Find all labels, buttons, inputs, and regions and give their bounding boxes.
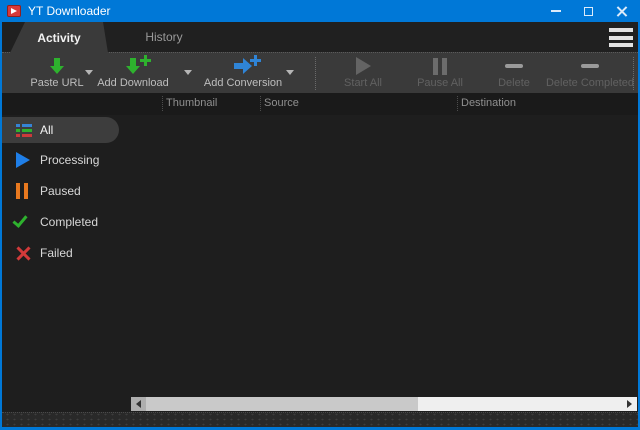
scroll-left-button[interactable] [131, 397, 146, 411]
tab-history[interactable]: History [108, 22, 220, 52]
pause-all-button[interactable]: Pause All [405, 55, 475, 92]
chevron-down-icon [184, 70, 192, 75]
chevron-down-icon [85, 70, 93, 75]
minimize-icon [551, 10, 561, 12]
tab-activity[interactable]: Activity [10, 22, 108, 53]
add-conversion-dropdown-button[interactable] [283, 65, 297, 79]
processing-play-icon [16, 152, 30, 168]
scrollbar-thumb[interactable] [146, 397, 418, 411]
list-header-row: Thumbnail Source Destination [2, 93, 638, 115]
add-download-dropdown-button[interactable] [181, 65, 195, 79]
app-logo-icon [7, 5, 21, 17]
maximize-button[interactable] [572, 0, 605, 22]
column-separator [457, 96, 458, 111]
titlebar: YT Downloader [0, 0, 640, 22]
green-down-arrow-icon [48, 57, 66, 75]
horizontal-scrollbar[interactable] [131, 397, 637, 411]
tab-bar: Activity History [2, 22, 638, 52]
start-all-button[interactable]: Start All [328, 55, 398, 92]
tab-history-label: History [145, 30, 182, 44]
chevron-right-icon [627, 400, 632, 408]
sidebar-item-completed[interactable]: Completed [2, 209, 128, 235]
close-icon [616, 6, 627, 17]
failed-x-icon [16, 246, 31, 261]
toolbar: Paste URL Add Download Add Conversion St… [2, 52, 638, 93]
paused-bars-icon [16, 183, 28, 199]
toolbar-separator [315, 57, 316, 90]
sidebar-item-paused[interactable]: Paused [2, 178, 128, 204]
paste-url-button[interactable]: Paste URL [24, 55, 90, 92]
column-header-thumbnail[interactable]: Thumbnail [166, 97, 217, 109]
delete-button[interactable]: Delete [479, 55, 549, 92]
app-window: YT Downloader Activity History Paste URL [0, 0, 640, 430]
maximize-icon [584, 7, 593, 16]
green-down-arrow-plus-icon [124, 57, 142, 75]
app-body: Activity History Paste URL Add Download … [2, 22, 638, 427]
blue-right-arrow-plus-icon [234, 57, 252, 75]
column-separator [260, 96, 261, 111]
minimize-button[interactable] [539, 0, 572, 22]
sidebar-item-failed[interactable]: Failed [2, 240, 128, 266]
chevron-left-icon [136, 400, 141, 408]
download-list-area: All Processing Paused Completed Failed [2, 115, 638, 412]
minus-icon [581, 64, 599, 68]
window-title: YT Downloader [28, 4, 111, 18]
add-download-button[interactable]: Add Download [100, 55, 166, 92]
play-icon [356, 57, 371, 75]
add-conversion-button[interactable]: Add Conversion [210, 55, 276, 92]
completed-check-icon [12, 212, 27, 228]
window-controls [539, 0, 638, 22]
pause-icon [433, 58, 447, 75]
column-header-source[interactable]: Source [264, 97, 299, 109]
status-bar [2, 412, 638, 427]
paste-url-dropdown-button[interactable] [82, 65, 96, 79]
scroll-right-button[interactable] [622, 397, 637, 411]
all-filter-icon [16, 122, 32, 139]
column-header-destination[interactable]: Destination [461, 97, 516, 109]
chevron-down-icon [286, 70, 294, 75]
delete-completed-button[interactable]: Delete Completed [545, 55, 635, 92]
column-separator [162, 96, 163, 111]
scrollbar-track[interactable] [418, 397, 637, 411]
sidebar-item-all[interactable]: All [2, 117, 119, 143]
sidebar-item-processing[interactable]: Processing [2, 147, 128, 173]
minus-icon [505, 64, 523, 68]
toolbar-separator [633, 57, 634, 90]
close-button[interactable] [605, 0, 638, 22]
hamburger-menu-icon[interactable] [609, 28, 633, 47]
tab-activity-label: Activity [37, 31, 80, 45]
